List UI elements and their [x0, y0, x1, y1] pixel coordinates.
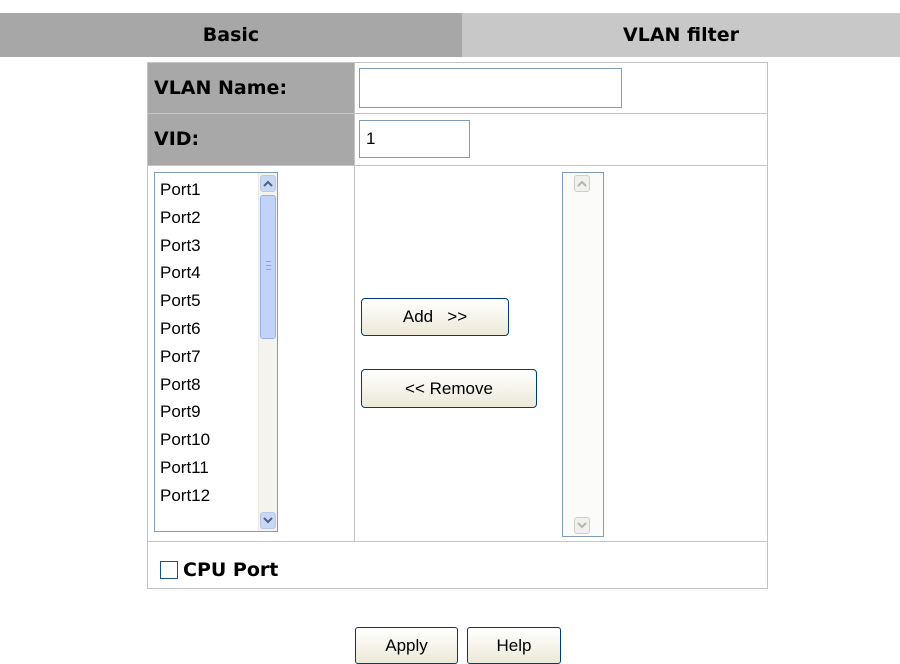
port-list-item[interactable]: Port6 — [160, 315, 210, 343]
vid-label: VID: — [148, 114, 354, 165]
port-list-item[interactable]: Port8 — [160, 371, 210, 399]
port-list-item[interactable]: Port5 — [160, 287, 210, 315]
port-list-item[interactable]: Port11 — [160, 454, 210, 482]
port-list-item[interactable]: Port3 — [160, 232, 210, 260]
port-list-item[interactable]: Port10 — [160, 426, 210, 454]
port-list-scrollbar[interactable] — [258, 173, 277, 531]
scroll-down-button[interactable] — [574, 517, 590, 534]
vlan-name-input[interactable] — [359, 68, 622, 108]
available-ports-listbox[interactable]: Port1 Port2 Port3 Port4 Port5 Port6 Port… — [154, 172, 278, 532]
cpu-port-checkbox[interactable] — [160, 561, 178, 579]
port-list: Port1 Port2 Port3 Port4 Port5 Port6 Port… — [160, 176, 210, 510]
row-divider — [147, 165, 768, 166]
row-divider — [147, 541, 768, 542]
scroll-up-button[interactable] — [260, 175, 276, 192]
apply-button[interactable]: Apply — [355, 627, 458, 664]
chevron-down-icon — [263, 517, 273, 524]
port-list-item[interactable]: Port1 — [160, 176, 210, 204]
port-list-item[interactable]: Port4 — [160, 259, 210, 287]
help-button[interactable]: Help — [467, 627, 561, 664]
scroll-down-button[interactable] — [260, 512, 276, 529]
vid-input[interactable]: 1 — [359, 120, 470, 158]
add-button[interactable]: Add >> — [361, 298, 509, 336]
port-list-item[interactable]: Port9 — [160, 398, 210, 426]
port-list-item[interactable]: Port2 — [160, 204, 210, 232]
selected-ports-scrollbar[interactable] — [563, 173, 603, 536]
chevron-down-icon — [577, 522, 587, 529]
scroll-thumb[interactable] — [260, 195, 276, 339]
port-list-item[interactable]: Port12 — [160, 482, 210, 510]
tab-basic[interactable]: Basic — [0, 13, 462, 57]
chevron-up-icon — [577, 180, 587, 187]
tab-bar: Basic VLAN filter — [0, 13, 900, 57]
column-divider — [354, 62, 355, 541]
scroll-up-button[interactable] — [574, 175, 590, 192]
port-list-item[interactable]: Port7 — [160, 343, 210, 371]
vlan-name-label: VLAN Name: — [148, 63, 354, 113]
remove-button[interactable]: << Remove — [361, 369, 537, 408]
tab-vlan-filter[interactable]: VLAN filter — [462, 13, 900, 57]
selected-ports-listbox[interactable] — [562, 172, 604, 537]
cpu-port-row: CPU Port — [160, 558, 278, 582]
grip-icon — [266, 261, 271, 270]
cpu-port-label: CPU Port — [183, 559, 279, 581]
chevron-up-icon — [263, 180, 273, 187]
